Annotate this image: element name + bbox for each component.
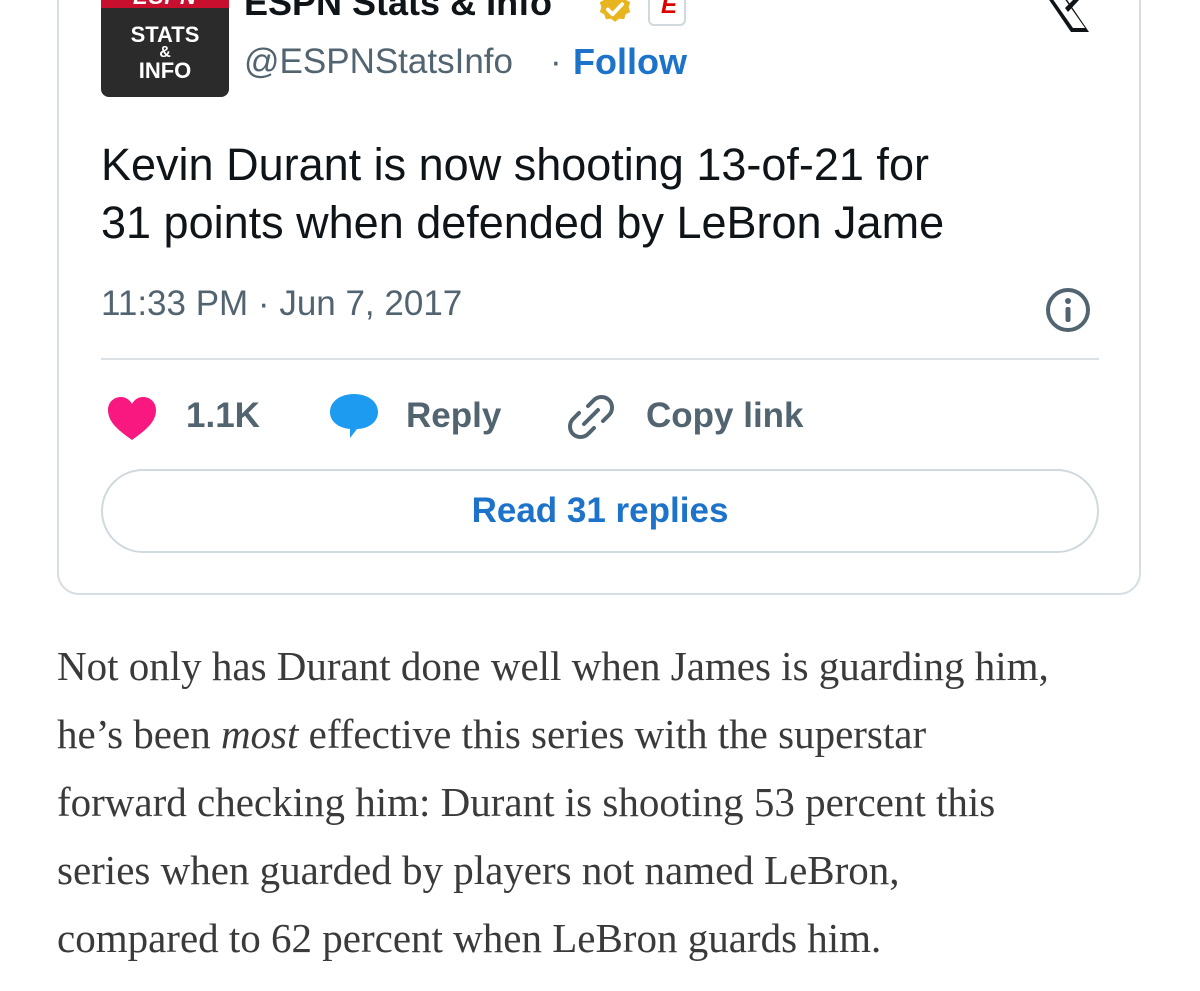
article-emphasis: most bbox=[220, 711, 299, 757]
article-line-4: series when guarded by players not named… bbox=[57, 847, 900, 893]
tweet-text-line-1: Kevin Durant is now shooting 13-of-21 fo… bbox=[101, 139, 929, 190]
article-line-5: compared to 62 percent when LeBron guard… bbox=[57, 915, 882, 961]
heart-icon[interactable] bbox=[106, 396, 158, 442]
read-replies-button[interactable]: Read 31 replies bbox=[101, 469, 1099, 553]
espn-badge-letter: E bbox=[661, 0, 678, 19]
link-icon[interactable] bbox=[566, 392, 616, 442]
article-line-3: forward checking him: Durant is shooting… bbox=[57, 779, 996, 825]
reply-bubble-icon[interactable] bbox=[328, 392, 380, 440]
tweet-text: Kevin Durant is now shooting 13-of-21 fo… bbox=[101, 136, 1101, 252]
divider bbox=[101, 358, 1099, 360]
info-icon[interactable] bbox=[1044, 286, 1092, 334]
handle-separator: · bbox=[550, 42, 562, 81]
espn-affiliate-badge[interactable]: E bbox=[648, 0, 686, 26]
tweet-timestamp[interactable]: 11:33 PM · Jun 7, 2017 bbox=[101, 284, 462, 324]
article-line-2: he’s been most effective this series wit… bbox=[57, 700, 1167, 768]
author-handle[interactable]: @ESPNStatsInfo bbox=[244, 42, 513, 82]
article-line-2-start: he’s been bbox=[57, 711, 221, 757]
tweet-text-line-2: 31 points when defended by LeBron Jame bbox=[101, 197, 945, 248]
article-line-1: Not only has Durant done well when James… bbox=[57, 643, 1049, 689]
article-line-2-end: effective this series with the superstar bbox=[298, 711, 927, 757]
avatar-line-3: INFO bbox=[138, 58, 192, 83]
author-name[interactable]: ESPN Stats & Info bbox=[244, 0, 552, 24]
avatar[interactable]: ESPN STATS & INFO bbox=[101, 0, 229, 97]
like-count[interactable]: 1.1K bbox=[186, 396, 260, 436]
x-logo-icon[interactable] bbox=[1037, 0, 1093, 32]
reply-button[interactable]: Reply bbox=[406, 396, 501, 436]
avatar-espn-text: ESPN bbox=[101, 0, 229, 10]
verified-badge-icon bbox=[599, 0, 631, 22]
article-paragraph: Not only has Durant done well when James… bbox=[57, 632, 1167, 972]
copy-link-button[interactable]: Copy link bbox=[646, 396, 804, 436]
follow-button[interactable]: Follow bbox=[573, 41, 687, 83]
